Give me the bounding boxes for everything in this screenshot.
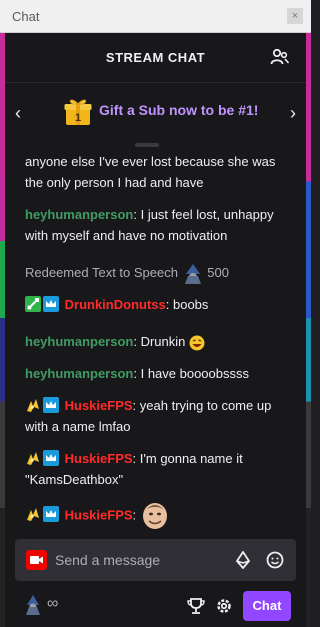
laughing-emoji-icon <box>189 335 205 351</box>
username[interactable]: heyhumanperson <box>25 334 133 349</box>
separator: : <box>132 451 140 466</box>
gift-sub-banner[interactable]: ‹ 1 Gift a Sub now to be #1! › <box>5 83 306 147</box>
redemption-points: 500 <box>207 265 229 280</box>
redemption-notice: Redeemed Text to Speech 500 <box>25 262 287 284</box>
chat-header: STREAM CHAT <box>5 33 306 83</box>
chat-message: HuskieFPS: yeah trying to come up with a… <box>25 395 287 437</box>
gift-icon: 1 <box>64 99 92 125</box>
separator: : <box>133 366 141 381</box>
bits-badge-icon[interactable] <box>25 397 41 413</box>
chat-messages[interactable]: anyone else I've ever lost because she w… <box>5 149 306 537</box>
username[interactable]: heyhumanperson <box>25 207 133 222</box>
close-icon[interactable]: × <box>287 8 303 24</box>
separator: : <box>132 507 140 523</box>
crown-badge-icon[interactable] <box>43 397 59 413</box>
camera-icon[interactable] <box>26 550 47 570</box>
chat-message: anyone else I've ever lost because she w… <box>25 151 287 193</box>
bits-badge-icon[interactable] <box>25 450 41 466</box>
gift-sub-text[interactable]: Gift a Sub now to be #1! <box>99 102 258 118</box>
sword-badge-icon[interactable] <box>25 296 41 312</box>
chat-title: STREAM CHAT <box>105 50 206 65</box>
crown-badge-icon[interactable] <box>43 506 59 523</box>
users-icon[interactable] <box>270 47 290 67</box>
window-title: Chat <box>12 9 40 24</box>
username[interactable]: HuskieFPS <box>65 507 133 522</box>
crown-badge-icon[interactable] <box>43 450 59 466</box>
crown-badge-icon[interactable] <box>43 296 59 312</box>
username[interactable]: heyhumanperson <box>25 366 133 381</box>
emote-picker-icon[interactable] <box>266 551 284 569</box>
username[interactable]: DrunkinDonutss <box>65 297 166 312</box>
leaderboard-cup-icon[interactable] <box>187 597 205 615</box>
chat-message: DrunkinDonutss: boobs <box>25 294 287 315</box>
username[interactable]: HuskieFPS <box>65 398 133 413</box>
message-text: boobs <box>172 297 209 312</box>
points-balance: ∞ <box>47 595 59 612</box>
message-text: I have boooobssss <box>140 366 249 381</box>
window-titlebar: Chat × <box>0 0 311 33</box>
chevron-right-icon[interactable]: › <box>290 103 296 124</box>
chevron-left-icon[interactable]: ‹ <box>15 103 21 124</box>
wizard-channel-points-icon <box>184 263 201 284</box>
message-text: anyone else I've ever lost because she w… <box>25 154 276 190</box>
chat-message: heyhumanperson: Drunkin <box>25 331 287 352</box>
bits-badge-icon[interactable] <box>25 506 41 522</box>
chat-message: HuskieFPS: <box>25 501 287 531</box>
chat-message: HuskieFPS: I'm gonna name it "KamsDeathb… <box>25 448 287 490</box>
message-text: Drunkin <box>140 334 190 349</box>
chat-panel: STREAM CHAT ‹ 1 Gift a Sub now to be #1!… <box>5 33 306 627</box>
message-text: yeah trying to come up with a name lmfao <box>25 398 272 434</box>
message-placeholder[interactable]: Send a message <box>55 552 160 568</box>
chat-footer: ∞ Chat <box>5 589 306 625</box>
gear-icon[interactable] <box>215 597 233 615</box>
chat-message: heyhumanperson: I have boooobssss <box>25 363 287 384</box>
separator: : <box>133 207 141 222</box>
separator: : <box>165 297 173 312</box>
separator: : <box>132 398 140 413</box>
redemption-label: Redeemed Text to Speech <box>25 265 178 280</box>
chat-message: heyhumanperson: I just feel lost, unhapp… <box>25 204 287 246</box>
wizard-channel-points-icon[interactable] <box>23 595 43 615</box>
bits-icon[interactable] <box>234 551 252 569</box>
message-input[interactable]: Send a message <box>15 539 296 581</box>
drag-handle[interactable] <box>135 143 159 147</box>
separator: : <box>133 334 141 349</box>
background-right-edge <box>306 33 311 627</box>
gift-number: 1 <box>75 112 81 124</box>
chat-send-button[interactable]: Chat <box>243 591 291 621</box>
username[interactable]: HuskieFPS <box>65 451 133 466</box>
face-emote-icon <box>142 503 167 529</box>
